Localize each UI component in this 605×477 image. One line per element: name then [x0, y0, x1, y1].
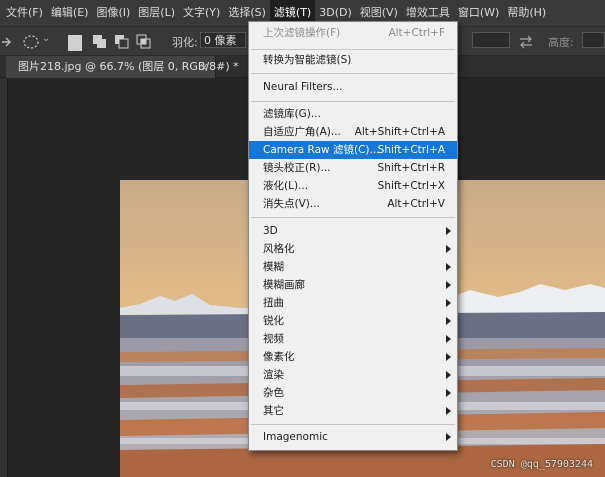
menu-item-filter-gallery[interactable]: 滤镜库(G)...	[249, 105, 457, 123]
menu-item-pixelate[interactable]: 像素化	[249, 348, 457, 366]
menu-item-stylize[interactable]: 风格化	[249, 240, 457, 258]
menu-item-sharpen[interactable]: 锐化	[249, 312, 457, 330]
submenu-arrow-icon	[446, 353, 451, 361]
watermark-text: CSDN @qq_57903244	[490, 459, 593, 470]
menu-item-last-filter[interactable]: 上次滤镜操作(F) Alt+Ctrl+F	[249, 24, 457, 42]
feather-label: 羽化:	[172, 36, 198, 49]
submenu-arrow-icon	[446, 335, 451, 343]
intersect-selection-icon[interactable]	[136, 34, 152, 50]
height-label: 高度:	[548, 36, 574, 49]
feather-input[interactable]: 0 像素	[200, 32, 246, 48]
menu-item-neural-filters[interactable]: Neural Filters...	[249, 78, 457, 96]
menu-item-adaptive-wide-angle[interactable]: 自适应广角(A)... Alt+Shift+Ctrl+A	[249, 123, 457, 141]
width-input[interactable]	[472, 32, 510, 48]
menu-file[interactable]: 文件(F)	[2, 0, 47, 26]
menu-item-convert-smart-filters[interactable]: 转换为智能滤镜(S)	[249, 51, 457, 69]
document-tab[interactable]: 图片218.jpg @ 66.7% (图层 0, RGB/8#) * ×	[6, 56, 239, 78]
menu-item-lens-correction[interactable]: 镜头校正(R)... Shift+Ctrl+R	[249, 159, 457, 177]
menu-window[interactable]: 窗口(W)	[454, 0, 503, 26]
menu-item-vanishing-point[interactable]: 消失点(V)... Alt+Ctrl+V	[249, 195, 457, 213]
marquee-tool-icon[interactable]	[2, 34, 12, 50]
submenu-arrow-icon	[446, 433, 451, 441]
submenu-arrow-icon	[446, 317, 451, 325]
menu-divider	[251, 73, 455, 74]
subtract-selection-icon[interactable]	[114, 34, 130, 50]
height-input[interactable]	[582, 32, 605, 48]
menu-divider	[251, 424, 455, 425]
submenu-arrow-icon	[446, 245, 451, 253]
submenu-arrow-icon	[446, 227, 451, 235]
menu-item-liquify[interactable]: 液化(L)... Shift+Ctrl+X	[249, 177, 457, 195]
submenu-arrow-icon	[446, 299, 451, 307]
menu-type[interactable]: 文字(Y)	[179, 0, 224, 26]
submenu-arrow-icon	[446, 281, 451, 289]
menu-help[interactable]: 帮助(H)	[503, 0, 550, 26]
chevron-down-icon[interactable]: ⌄	[42, 33, 50, 49]
submenu-arrow-icon	[446, 389, 451, 397]
submenu-arrow-icon	[446, 263, 451, 271]
menu-divider	[251, 49, 455, 50]
submenu-arrow-icon	[446, 371, 451, 379]
add-selection-icon[interactable]	[92, 34, 108, 50]
submenu-arrow-icon	[446, 407, 451, 415]
menu-divider	[251, 217, 455, 218]
menu-item-distort[interactable]: 扭曲	[249, 294, 457, 312]
menu-item-camera-raw-filter[interactable]: Camera Raw 滤镜(C)... Shift+Ctrl+A	[249, 141, 457, 159]
menu-item-blur[interactable]: 模糊	[249, 258, 457, 276]
menu-item-video[interactable]: 视频	[249, 330, 457, 348]
tools-panel	[0, 78, 8, 477]
menu-image[interactable]: 图像(I)	[92, 0, 134, 26]
menu-item-imagenomic[interactable]: Imagenomic	[249, 428, 457, 446]
menu-item-noise[interactable]: 杂色	[249, 384, 457, 402]
menu-item-other[interactable]: 其它	[249, 402, 457, 420]
menu-layer[interactable]: 图层(L)	[134, 0, 179, 26]
menu-item-blur-gallery[interactable]: 模糊画廊	[249, 276, 457, 294]
new-selection-icon[interactable]	[68, 35, 82, 51]
swap-icon[interactable]	[518, 34, 534, 50]
elliptical-marquee-icon[interactable]	[22, 33, 40, 49]
close-icon[interactable]: ×	[199, 56, 209, 78]
menu-edit[interactable]: 编辑(E)	[47, 0, 93, 26]
menu-item-3d[interactable]: 3D	[249, 222, 457, 240]
menu-item-render[interactable]: 渲染	[249, 366, 457, 384]
filter-menu: 上次滤镜操作(F) Alt+Ctrl+F 转换为智能滤镜(S) Neural F…	[248, 21, 458, 451]
menu-divider	[251, 101, 455, 102]
